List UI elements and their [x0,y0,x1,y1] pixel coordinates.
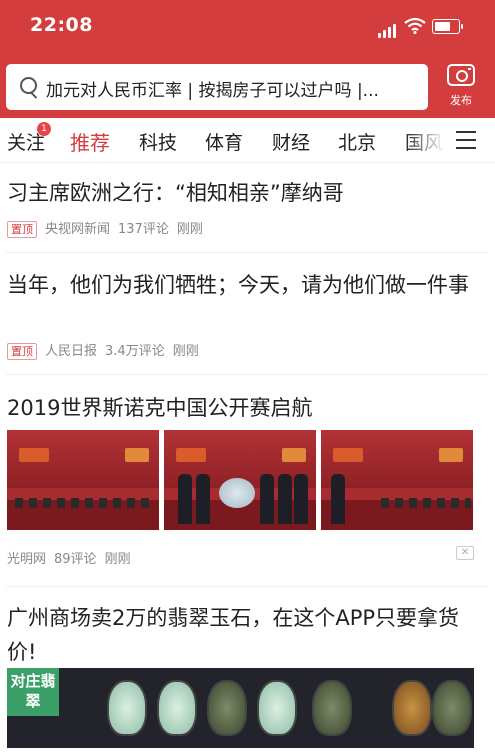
ad-image-badge: 对庄翡翠 [7,668,59,716]
tab-finance[interactable]: 财经 [272,128,310,155]
post-button[interactable]: 发布 [441,61,481,115]
article-time: 刚刚 [176,222,203,237]
top-bar: 22:08 加元对人民币汇率 | 按揭房子可以过户吗 |... 发布 [0,0,495,118]
signal-icon [378,19,398,38]
tab-label: 财经 [272,132,311,154]
status-time: 22:08 [30,14,93,36]
article-time: 刚刚 [172,344,199,359]
article-image[interactable] [321,430,473,530]
article-comments: 3.4万评论 [105,344,165,359]
battery-icon [432,19,463,34]
article-image[interactable]: 对庄翡翠 [7,668,474,748]
pinned-badge: 置顶 [7,221,37,238]
search-bar[interactable]: 加元对人民币汇率 | 按揭房子可以过户吗 |... [6,64,428,110]
camera-icon [447,64,475,86]
article-image[interactable] [164,430,316,530]
tab-label: 推荐 [70,131,110,155]
status-bar: 22:08 [0,0,495,52]
article-title[interactable]: 2019世界斯诺克中国公开赛启航 [7,391,485,425]
channel-tabs: 关注 1 推荐 科技 体育 财经 北京 国风 [0,118,495,163]
article-title[interactable]: 当年，他们为我们牺牲；今天，请为他们做一件事 [7,268,485,302]
article-title[interactable]: 习主席欧洲之行：“相知相亲”摩纳哥 [7,176,485,210]
tab-beijing[interactable]: 北京 [338,128,376,155]
tab-recommend[interactable]: 推荐 [70,127,110,156]
article-comments: 137评论 [118,222,169,237]
article-meta: 置顶 央视网新闻 137评论 刚刚 [7,218,211,238]
divider [6,252,489,253]
pinned-badge: 置顶 [7,343,37,360]
menu-icon[interactable] [456,131,476,149]
article-source: 央视网新闻 [45,222,111,237]
article-comments: 89评论 [54,552,97,567]
article-meta: 光明网 89评论 刚刚 [7,548,139,567]
article-source: 人民日报 [45,344,98,359]
notification-badge: 1 [37,122,51,136]
article-meta: 置顶 人民日报 3.4万评论 刚刚 [7,340,207,360]
article-title[interactable]: 广州商场卖2万的翡翠玉石，在这个APP只要拿货价! [7,601,485,669]
article-image[interactable] [7,430,159,530]
post-button-label: 发布 [450,94,472,107]
search-suggestion-text[interactable]: 加元对人民币汇率 | 按揭房子可以过户吗 |... [46,76,418,101]
tab-label: 体育 [205,132,244,154]
search-icon [20,77,37,94]
article-source: 光明网 [7,552,47,567]
divider [6,374,489,375]
article-time: 刚刚 [104,552,131,567]
divider [6,586,489,587]
tab-tech[interactable]: 科技 [139,128,177,155]
dislike-close-icon[interactable]: ✕ [456,546,474,560]
tab-label: 北京 [338,132,377,154]
tab-sports[interactable]: 体育 [205,128,243,155]
tab-fade-overlay [405,118,445,162]
tab-label: 科技 [139,132,178,154]
wifi-icon [404,17,426,34]
tab-label: 关注 [7,132,46,154]
